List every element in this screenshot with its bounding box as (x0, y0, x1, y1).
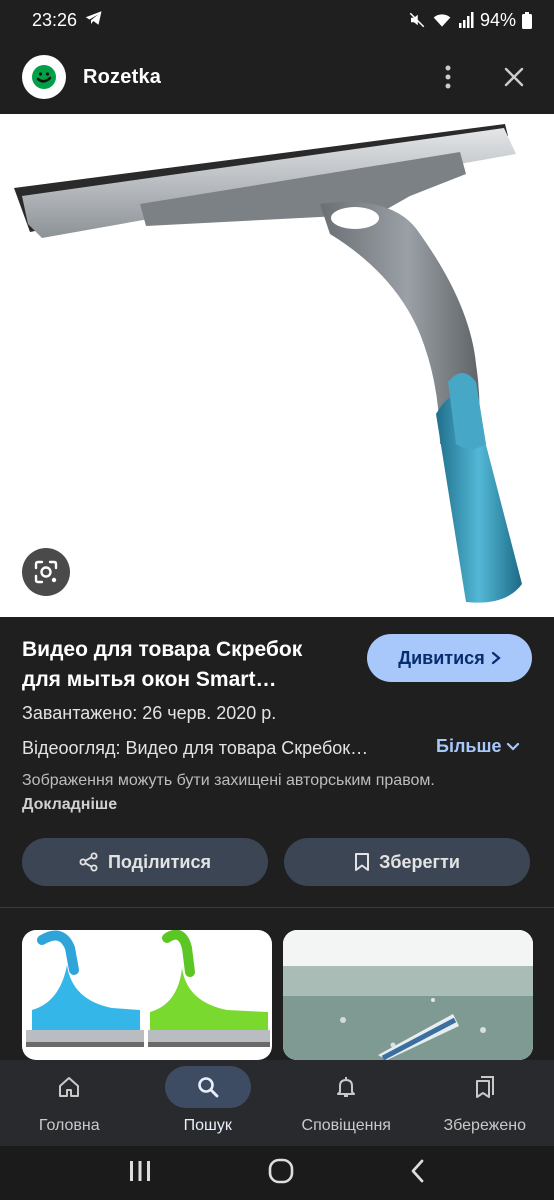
more-options-button[interactable] (430, 59, 466, 95)
related-image-card[interactable] (283, 930, 533, 1060)
bottom-navigation: Головна Пошук Сповіщення Збережено (0, 1060, 554, 1146)
share-icon (79, 852, 98, 872)
app-header: Rozetka (0, 40, 554, 114)
view-button-label: Дивитися (398, 647, 485, 668)
back-button[interactable] (410, 1159, 426, 1188)
rozetka-logo-icon (32, 65, 56, 89)
result-title[interactable]: Видео для товара Скребок для мытья окон … (22, 635, 342, 695)
copyright-notice: Зображення можуть бути захищені авторськ… (22, 769, 442, 817)
status-bar: 23:26 94% (0, 0, 554, 40)
more-button-label: Більше (436, 736, 502, 756)
back-icon (411, 1159, 424, 1182)
google-lens-button[interactable] (22, 548, 70, 596)
copyright-text: Зображення можуть бути захищені авторськ… (22, 772, 435, 789)
bookmarks-icon (475, 1076, 494, 1098)
nav-home-label: Головна (38, 1117, 100, 1134)
mute-icon (408, 11, 426, 29)
save-button-label: Зберегти (379, 851, 460, 872)
share-button[interactable]: Поділитися (22, 838, 268, 886)
bookmark-icon (355, 853, 370, 871)
upload-date: Завантажено: 26 черв. 2020 р. (22, 703, 277, 723)
related-window-image (283, 930, 533, 1060)
status-time: 23:26 (32, 9, 78, 30)
telegram-icon (85, 10, 103, 31)
divider (0, 907, 554, 908)
nav-saved[interactable]: Збережено (416, 1060, 554, 1146)
battery-icon (522, 11, 532, 29)
system-navigation (0, 1146, 554, 1200)
site-name: Rozetka (83, 65, 162, 88)
view-button[interactable]: Дивитися (367, 634, 532, 682)
bell-icon (337, 1077, 356, 1097)
nav-saved-label: Збережено (443, 1117, 527, 1134)
more-vert-icon (445, 65, 451, 89)
home-button[interactable] (268, 1158, 294, 1189)
nav-notifications-label: Сповіщення (301, 1117, 391, 1134)
related-images (0, 930, 554, 1060)
site-logo (22, 55, 66, 99)
close-icon (504, 67, 524, 87)
search-icon (197, 1077, 219, 1098)
close-button[interactable] (496, 59, 532, 95)
related-squeegees-image (26, 930, 270, 1047)
nav-search-label: Пошук (183, 1117, 232, 1134)
result-description: Відеоогляд: Видео для товара Скребок… (22, 738, 369, 758)
more-button[interactable]: Більше (436, 736, 520, 757)
nav-search[interactable]: Пошук (139, 1060, 278, 1146)
recent-apps-button[interactable] (128, 1160, 152, 1187)
result-details: Видео для товара Скребок для мытья окон … (0, 617, 554, 910)
signal-icon (458, 12, 474, 28)
nav-notifications[interactable]: Сповіщення (277, 1060, 416, 1146)
nav-home[interactable]: Головна (0, 1060, 139, 1146)
product-image[interactable] (0, 114, 554, 617)
chevron-down-icon (507, 742, 520, 751)
learn-more-link[interactable]: Докладніше (22, 796, 117, 813)
home-circle-icon (268, 1158, 294, 1183)
home-icon (59, 1077, 80, 1097)
related-image-card[interactable] (22, 930, 272, 1060)
squeegee-image (14, 124, 522, 603)
battery-level: 94% (479, 9, 516, 30)
wifi-icon (432, 12, 452, 28)
lens-icon (34, 560, 58, 584)
chevron-right-icon (491, 651, 501, 665)
recent-apps-icon (130, 1160, 150, 1181)
save-button[interactable]: Зберегти (284, 838, 530, 886)
share-button-label: Поділитися (107, 851, 212, 872)
